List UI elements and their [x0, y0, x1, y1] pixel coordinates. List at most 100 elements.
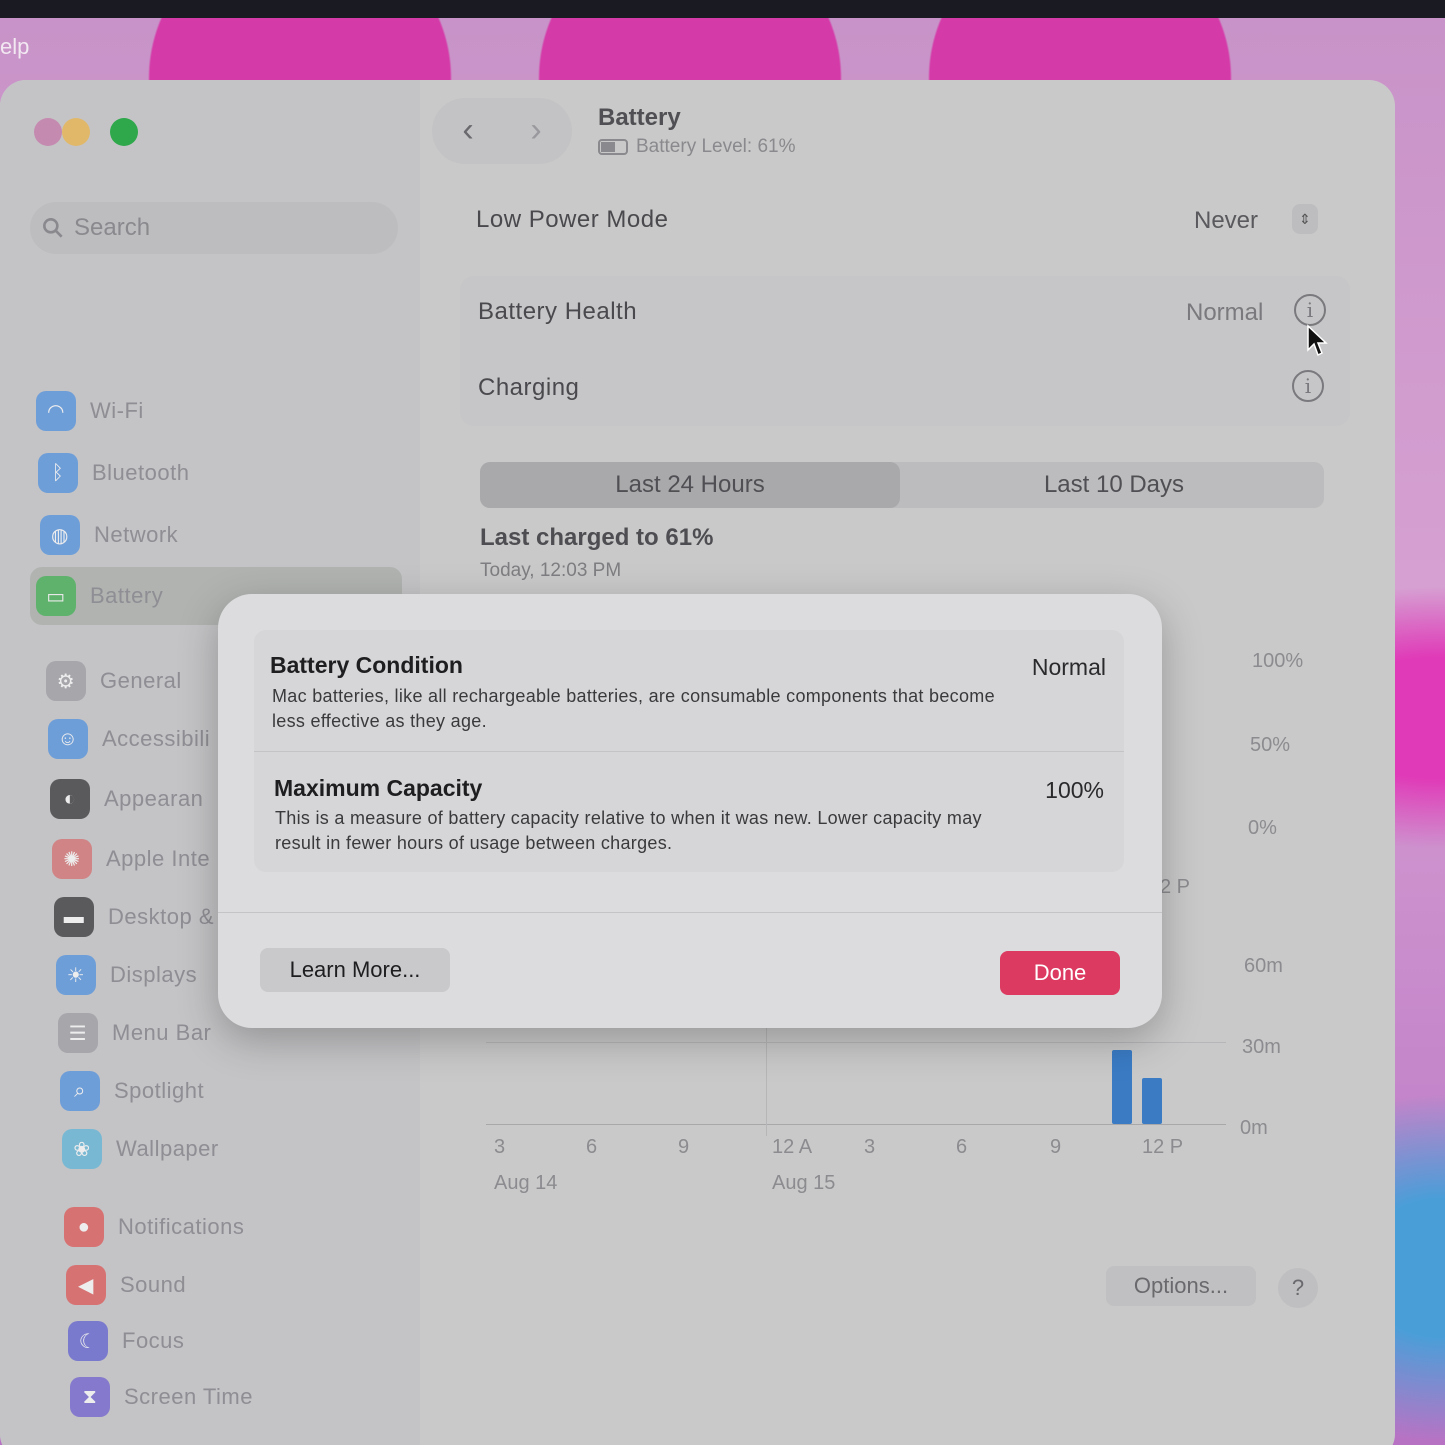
last-charged-time: Today, 12:03 PM	[480, 560, 622, 581]
sidebar-item-wi-fi[interactable]: ◠ Wi-Fi	[30, 382, 402, 440]
sidebar-item-label: Screen Time	[124, 1384, 253, 1409]
close-button[interactable]	[34, 118, 62, 146]
back-button[interactable]: ‹	[448, 108, 488, 152]
level-tick-50: 50%	[1250, 734, 1291, 756]
low-power-mode-value[interactable]: Never	[1194, 207, 1258, 235]
day-divider	[766, 1028, 767, 1136]
level-tick-0: 0%	[1248, 817, 1277, 839]
x-tick: 6	[586, 1136, 598, 1158]
x-tick: 9	[678, 1136, 690, 1158]
x-tick: 9	[1050, 1136, 1062, 1158]
page-title: Battery	[598, 104, 681, 131]
sidebar-item-label: Displays	[110, 962, 198, 987]
battery-health-value: Normal	[1186, 299, 1264, 326]
sidebar-item-network[interactable]: ◍ Network	[34, 506, 406, 564]
charging-info-icon[interactable]: i	[1292, 370, 1324, 402]
search-placeholder: Search	[74, 214, 151, 241]
maximum-capacity-value: 100%	[1045, 777, 1104, 803]
search-field[interactable]: Search	[30, 202, 398, 254]
sidebar-item-label: Wi-Fi	[90, 398, 144, 423]
battery-condition-description: Mac batteries, like all rechargeable bat…	[272, 686, 995, 731]
focus-icon: ☾	[68, 1321, 108, 1361]
sidebar-item-screen-time[interactable]: ⧗ Screen Time	[64, 1368, 436, 1426]
spotlight-icon: ⌕	[60, 1071, 100, 1111]
desktop-dock-icon: ▬	[54, 897, 94, 937]
charging-label: Charging	[478, 374, 580, 401]
battery-health-dialog: Battery Condition Normal Mac batteries, …	[218, 594, 1162, 1028]
search-icon	[43, 218, 63, 238]
battery-icon: ▭	[36, 576, 76, 616]
sidebar-item-label: General	[100, 668, 182, 693]
menu-bar-icon: ☰	[58, 1013, 98, 1053]
screen-time-icon: ⧗	[70, 1377, 110, 1417]
chevron-left-icon: ‹	[462, 110, 474, 149]
help-button[interactable]: ?	[1278, 1268, 1318, 1308]
x-tick: 3	[494, 1136, 506, 1158]
low-power-mode-label: Low Power Mode	[476, 206, 669, 233]
maximum-capacity-title: Maximum Capacity	[274, 775, 483, 801]
battery-condition-value: Normal	[1031, 654, 1106, 680]
page-subtitle: Battery Level: 61%	[598, 136, 795, 158]
sidebar-item-label: Accessibili	[102, 726, 211, 751]
last-charged-title: Last charged to 61%	[480, 524, 714, 551]
usage-baseline	[486, 1124, 1226, 1125]
sidebar-item-notifications[interactable]: ● Notifications	[58, 1198, 430, 1256]
forward-button[interactable]: ›	[516, 108, 556, 152]
dialog-row-divider	[254, 751, 1124, 752]
displays-icon: ☀	[56, 955, 96, 995]
tab-last-10-days[interactable]: Last 10 Days	[904, 462, 1324, 508]
x-tick: 3	[864, 1136, 876, 1158]
sidebar-item-wallpaper[interactable]: ❀ Wallpaper	[56, 1120, 428, 1178]
battery-level-icon	[598, 139, 628, 155]
battery-health-label: Battery Health	[478, 298, 638, 325]
sidebar-item-label: Sound	[120, 1272, 187, 1297]
sidebar-item-sound[interactable]: ◀ Sound	[60, 1256, 432, 1314]
sidebar-item-label: Desktop &	[108, 904, 214, 929]
done-button[interactable]: Done	[1000, 951, 1120, 995]
menu-help[interactable]: elp	[0, 34, 29, 60]
tab-last-24-hours[interactable]: Last 24 Hours	[480, 462, 900, 508]
x-tick: 12 A	[772, 1136, 813, 1158]
battery-condition-title: Battery Condition	[270, 652, 463, 678]
date-label-aug-15: Aug 15	[772, 1172, 836, 1194]
appearance-icon: ◐	[50, 779, 90, 819]
sidebar-item-spotlight[interactable]: ⌕ Spotlight	[54, 1062, 426, 1120]
level-x-tick-partial: 2 P	[1160, 876, 1191, 898]
learn-more-button[interactable]: Learn More...	[260, 948, 450, 992]
x-tick: 6	[956, 1136, 968, 1158]
sidebar-item-bluetooth[interactable]: ᛒ Bluetooth	[32, 444, 404, 502]
battery-health-info-icon[interactable]: i	[1294, 294, 1326, 326]
gear-icon: ⚙	[46, 661, 86, 701]
network-icon: ◍	[40, 515, 80, 555]
date-label-aug-14: Aug 14	[494, 1172, 558, 1194]
battery-level-text: Battery Level: 61%	[636, 136, 796, 157]
time-range-control: Last 24 Hours Last 10 Days	[480, 462, 1324, 508]
sidebar-item-label: Appearan	[104, 786, 204, 811]
sidebar-item-label: Network	[94, 522, 179, 547]
wifi-icon: ◠	[36, 391, 76, 431]
popup-stepper-icon[interactable]: ⇕	[1292, 204, 1318, 234]
usage-tick-0m: 0m	[1240, 1117, 1268, 1139]
sound-icon: ◀	[66, 1265, 106, 1305]
zoom-button[interactable]	[110, 118, 138, 146]
notifications-icon: ●	[64, 1207, 104, 1247]
sidebar-item-label: Battery	[90, 583, 164, 608]
apple-intelligence-icon: ✺	[52, 839, 92, 879]
sidebar-item-label: Apple Inte	[106, 846, 211, 871]
options-button[interactable]: Options...	[1106, 1266, 1256, 1306]
bluetooth-icon: ᛒ	[38, 453, 78, 493]
usage-bar-12p	[1142, 1077, 1162, 1124]
usage-tick-60m: 60m	[1244, 955, 1283, 977]
minimize-button[interactable]	[62, 118, 90, 146]
sidebar-item-label: Focus	[122, 1328, 185, 1353]
chevron-right-icon: ›	[530, 110, 542, 149]
sidebar-item-label: Notifications	[118, 1214, 245, 1239]
usage-bar-11a	[1112, 1050, 1132, 1124]
usage-gridline-30m	[486, 1042, 1226, 1043]
sidebar-item-focus[interactable]: ☾ Focus	[62, 1312, 434, 1370]
mouse-pointer-icon	[1307, 324, 1328, 357]
usage-tick-30m: 30m	[1242, 1036, 1281, 1058]
sidebar-item-label: Wallpaper	[116, 1136, 219, 1161]
sidebar-item-label: Spotlight	[114, 1078, 205, 1103]
dialog-footer-divider	[218, 912, 1162, 913]
